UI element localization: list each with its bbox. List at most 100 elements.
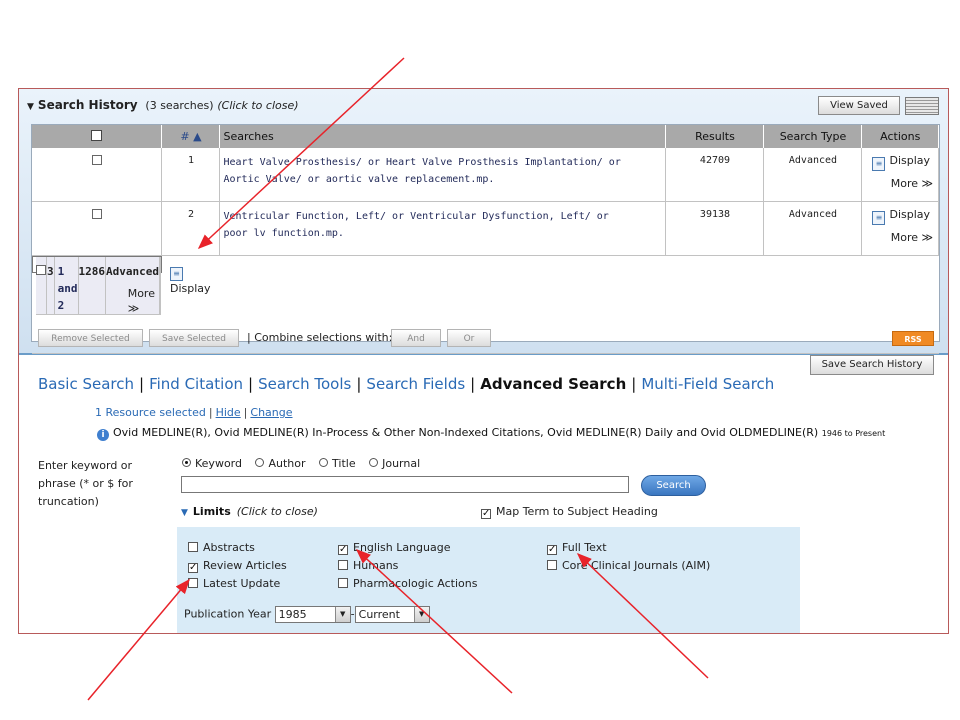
row-number: 2 [161,201,221,256]
tab-find-citation[interactable]: Find Citation [149,375,243,393]
limit-humans[interactable]: Humans [338,559,398,572]
database-list: i Ovid MEDLINE(R), Ovid MEDLINE(R) In-Pro… [97,426,885,441]
remove-selected-button[interactable]: Remove Selected [38,329,143,347]
row-query[interactable]: 1 and 2 [54,257,79,315]
tab-search-tools[interactable]: Search Tools [258,375,351,393]
display-link[interactable]: ≡Display [169,263,211,296]
row-results: 42709 [665,148,765,202]
footer-divider [32,353,939,354]
display-label: Display [169,282,211,295]
checkbox-icon[interactable] [338,578,348,588]
hide-link[interactable]: Hide [216,406,241,419]
search-history-header[interactable]: ▼ Search History (3 searches) (Click to c… [27,98,299,112]
row-checkbox[interactable] [91,209,102,219]
checkbox-checked-icon[interactable]: ✓ [547,545,557,555]
limit-label: Humans [353,559,399,572]
radio-icon [369,458,379,467]
radio-label: Keyword [195,457,242,470]
layout-toggle-icon[interactable] [905,97,939,115]
limit-abstracts[interactable]: Abstracts [188,541,255,554]
limits-header[interactable]: ▼ Limits (Click to close) [181,505,318,518]
limit-review-articles[interactable]: ✓ Review Articles [188,559,287,573]
year-from-value: 1985 [278,608,307,621]
row-query[interactable]: Heart Valve Prosthesis/ or Heart Valve P… [219,148,667,202]
radio-journal[interactable]: Journal [369,457,420,470]
year-from-select[interactable]: 1985 ▼ [274,606,351,623]
close-hint[interactable]: (Click to close) [217,99,298,112]
checkbox-checked-icon[interactable]: ✓ [188,563,198,573]
checkbox-icon[interactable] [188,542,198,552]
display-link[interactable]: ≡Display [872,208,930,225]
save-search-history-button[interactable]: Save Search History [810,355,934,375]
limit-pharmacologic-actions[interactable]: Pharmacologic Actions [338,577,477,590]
search-input[interactable] [181,476,629,493]
tab-search-fields[interactable]: Search Fields [366,375,465,393]
checkbox-checked-icon[interactable]: ✓ [338,545,348,555]
change-link[interactable]: Change [250,406,292,419]
display-icon: ≡ [872,157,886,171]
view-saved-button[interactable]: View Saved [818,96,900,115]
more-link[interactable]: More ≫ [891,231,933,244]
tab-advanced-search[interactable]: Advanced Search [480,375,626,393]
chevron-down-icon: ▼ [413,607,429,622]
radio-title[interactable]: Title [319,457,356,470]
row-checkbox[interactable] [91,155,102,165]
radio-icon [319,458,329,467]
row-checkbox[interactable] [36,265,46,275]
limits-close-hint[interactable]: (Click to close) [237,505,318,518]
tab-separator: | [248,375,254,393]
separator: | [208,406,213,419]
row-select-cell [36,257,47,315]
query-line: Aortic Valve/ or aortic valve replacemen… [223,174,495,185]
search-mode-radios: Keyword Author Title Journal [182,457,430,470]
row-search-type: Advanced [763,148,863,202]
map-term-option[interactable]: ✓ Map Term to Subject Heading [481,505,658,519]
select-all-header[interactable] [32,125,163,148]
row-actions: ≡Display More ≫ [128,257,211,315]
and-button[interactable]: And [391,329,441,347]
search-mode-tabs: Basic Search | Find Citation | Search Tools |… [38,375,774,393]
tab-separator: | [631,375,637,393]
more-link[interactable]: More ≫ [128,286,155,316]
table-row: 2 Ventricular Function, Left/ or Ventric… [32,201,939,256]
radio-keyword[interactable]: Keyword [182,457,242,470]
collapse-triangle-icon[interactable]: ▼ [27,102,34,112]
or-button[interactable]: Or [447,329,491,347]
radio-author[interactable]: Author [255,457,306,470]
query-line: poor lv function.mp. [223,228,344,239]
select-all-checkbox[interactable] [91,130,103,141]
limit-full-text[interactable]: ✓ Full Text [547,541,607,555]
actions-header: Actions [861,125,939,148]
save-selected-button[interactable]: Save Selected [149,329,239,347]
rss-icon[interactable]: RSS [892,331,934,346]
info-icon[interactable]: i [97,429,109,441]
search-history-panel: ▼ Search History (3 searches) (Click to c… [19,89,948,375]
display-link[interactable]: ≡Display [872,154,930,171]
limit-english-language[interactable]: ✓ English Language [338,541,451,555]
collapse-triangle-icon[interactable]: ▼ [181,508,188,518]
limit-core-clinical-journals[interactable]: Core Clinical Journals (AIM) [547,559,710,572]
limit-label: Core Clinical Journals (AIM) [562,559,711,572]
table-header-row: # ▲ Searches Results Search Type Actions [32,125,939,148]
row-actions: ≡Display More ≫ [861,201,939,256]
checkbox-icon[interactable] [188,578,198,588]
checkbox-checked-icon[interactable]: ✓ [481,509,491,519]
row-query[interactable]: Ventricular Function, Left/ or Ventricul… [219,201,667,256]
table-row: 1 Heart Valve Prosthesis/ or Heart Valve… [32,148,939,202]
search-type-header: Search Type [763,125,863,148]
num-header[interactable]: # ▲ [161,125,221,148]
year-to-value: Current [358,608,400,621]
limit-label: Full Text [562,541,607,554]
radio-icon [255,458,265,467]
year-to-select[interactable]: Current ▼ [354,606,430,623]
limit-latest-update[interactable]: Latest Update [188,577,280,590]
publication-year-row: Publication Year 1985 ▼ - Current ▼ [184,606,430,623]
tab-basic-search[interactable]: Basic Search [38,375,134,393]
more-link[interactable]: More ≫ [891,177,933,190]
checkbox-icon[interactable] [338,560,348,570]
search-button[interactable]: Search [641,475,706,496]
keyword-instructions: Enter keyword or phrase (* or $ for trun… [38,459,133,508]
tab-multi-field-search[interactable]: Multi-Field Search [641,375,774,393]
checkbox-icon[interactable] [547,560,557,570]
query-line: Ventricular Function, Left/ or Ventricul… [223,211,609,222]
